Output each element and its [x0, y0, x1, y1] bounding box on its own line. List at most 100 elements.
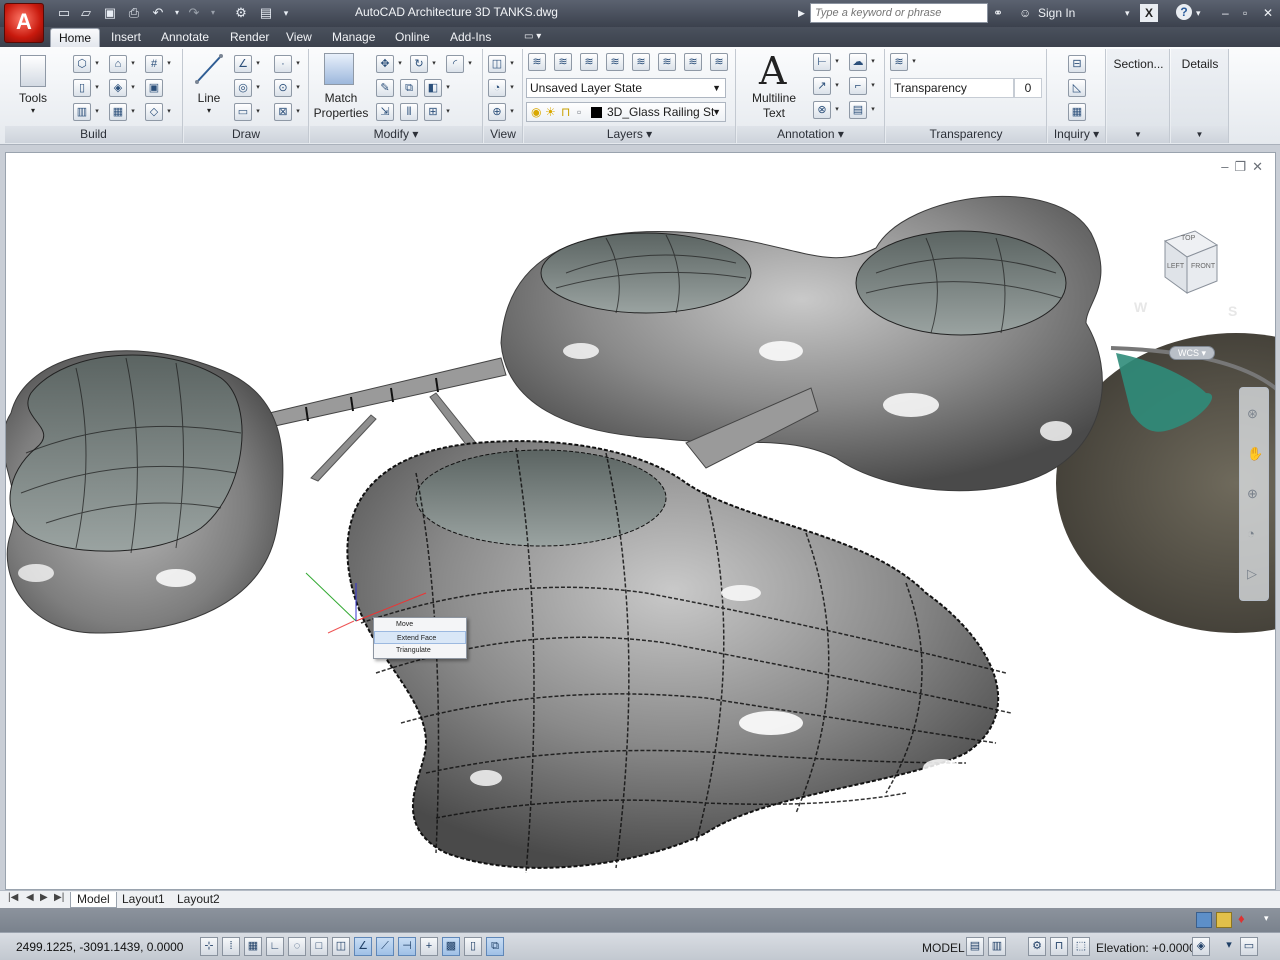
array-dropdown-icon[interactable]: ▾ [444, 103, 452, 121]
details-label[interactable]: Details [1171, 57, 1229, 72]
layout-tab-layout2[interactable]: Layout2 [171, 892, 226, 908]
inquiry-panel-title[interactable]: Inquiry ▾ [1048, 126, 1105, 143]
details-dropdown-icon[interactable]: ▼ [1171, 126, 1228, 143]
roof-icon[interactable]: ⌂ [109, 55, 127, 73]
measure-area-icon[interactable]: ◺ [1068, 79, 1086, 97]
compass-west[interactable]: W [1134, 299, 1147, 315]
view-cube[interactable]: TOP LEFT FRONT [1151, 227, 1223, 299]
angular-dimension-icon[interactable]: ⌐ [849, 77, 867, 95]
tab-manage[interactable]: Manage [324, 28, 383, 47]
tab-add-ins[interactable]: Add-Ins [442, 28, 499, 47]
wall-dropdown-icon[interactable]: ▾ [93, 55, 101, 73]
transparency-panel-title[interactable]: Transparency [886, 126, 1046, 143]
table-icon[interactable]: ▤ [849, 101, 867, 119]
polar-tracking-icon[interactable]: ◌ [288, 937, 306, 956]
grid-display-icon[interactable]: ▦ [244, 937, 262, 956]
leader-icon[interactable]: ↗ [813, 77, 831, 95]
model-space-label[interactable]: MODEL [922, 941, 965, 955]
cloud-dropdown-icon[interactable]: ▾ [869, 53, 877, 71]
mirror-dropdown-icon[interactable]: ▾ [444, 79, 452, 97]
elevation-settings-icon[interactable]: ◈ [1192, 937, 1210, 956]
zoom-dropdown-icon[interactable]: ▾ [508, 103, 516, 121]
maximize-icon[interactable]: ▫ [1243, 4, 1247, 22]
quick-view-drawings-icon[interactable]: ▥ [988, 937, 1006, 956]
tools-dropdown-icon[interactable]: ▾ [10, 103, 56, 118]
modify-panel-title[interactable]: Modify ▾ [310, 126, 482, 143]
coordinates-readout[interactable]: 2499.1225, -3091.1439, 0.0000 [16, 940, 183, 954]
save-icon[interactable]: ▣ [101, 4, 119, 22]
ribbon-minimize-icon[interactable]: ▭ ▾ [516, 28, 549, 47]
orbit-dropdown-icon[interactable]: ▾ [508, 79, 516, 97]
angular-dropdown-icon[interactable]: ▾ [869, 77, 877, 95]
workspace-icon[interactable]: ⚙ [232, 4, 250, 22]
window-dropdown-icon[interactable]: ▾ [93, 103, 101, 121]
stair-dropdown-icon[interactable]: ▾ [129, 79, 137, 97]
door-dropdown-icon[interactable]: ▾ [93, 79, 101, 97]
circle-icon[interactable]: ◎ [234, 79, 252, 97]
tray-settings-icon[interactable]: ▾ [1264, 913, 1269, 924]
fillet-dropdown-icon[interactable]: ▾ [466, 55, 474, 73]
slab-dropdown-icon[interactable]: ▾ [165, 103, 173, 121]
properties-icon[interactable]: ▤ [257, 4, 275, 22]
layer-unisolate-icon[interactable]: ≋ [580, 53, 598, 71]
layout-tab-model[interactable]: Model [70, 892, 117, 908]
section-label[interactable]: Section... [1107, 57, 1170, 72]
object-snap-icon[interactable]: □ [310, 937, 328, 956]
search-expand-icon[interactable]: ▶ [798, 4, 805, 22]
window-icon[interactable]: ▥ [73, 103, 91, 121]
quick-properties-icon[interactable]: ▯ [464, 937, 482, 956]
minimize-icon[interactable]: – [1222, 4, 1229, 22]
drawing-viewport[interactable]: –❐✕ TOP LEFT FRONT W S WCS ▾ ⊛ ✋ ⊕ ◔ ▷ M… [5, 152, 1276, 890]
match-properties-label[interactable]: Match Properties [312, 91, 370, 121]
ellipse-dropdown-icon[interactable]: ▾ [294, 79, 302, 97]
multiline-text-icon[interactable]: A [759, 49, 786, 93]
rectangle-dropdown-icon[interactable]: ▾ [254, 103, 262, 121]
draw-panel-title[interactable]: Draw [184, 126, 308, 143]
grid-dropdown-icon[interactable]: ▾ [165, 55, 173, 73]
curtain-wall-icon[interactable]: ▦ [109, 103, 127, 121]
section-dropdown-icon[interactable]: ▼ [1107, 126, 1169, 143]
sign-in-dropdown-icon[interactable]: ▾ [1125, 4, 1130, 22]
polyline-icon[interactable]: ∠ [234, 55, 252, 73]
multiline-text-label[interactable]: Multiline Text [741, 91, 807, 121]
point-icon[interactable]: · [274, 55, 292, 73]
layer-select[interactable]: ◉ ☀ ⊓ ▫ 3D_Glass Railing St ▼ [526, 102, 726, 122]
help-dropdown-icon[interactable]: ▾ [1196, 4, 1201, 22]
layers-panel-title[interactable]: Layers ▾ [524, 126, 735, 143]
snap-mode-icon[interactable]: ⁞ [222, 937, 240, 956]
view-cube-dropdown-icon[interactable]: ▾ [508, 55, 516, 73]
offset-icon[interactable]: ⫴ [400, 103, 418, 121]
steering-wheel-icon[interactable]: ⊛ [1247, 406, 1258, 422]
rotate-dropdown-icon[interactable]: ▾ [430, 55, 438, 73]
print-icon[interactable]: ⎙ [125, 4, 143, 22]
navigation-bar[interactable]: ⊛ ✋ ⊕ ◔ ▷ [1239, 387, 1269, 601]
tab-home[interactable]: Home [50, 28, 101, 47]
context-menu-move[interactable]: Move [374, 618, 466, 631]
context-menu-triangulate[interactable]: Triangulate [374, 644, 466, 657]
tag-dropdown-icon[interactable]: ▾ [833, 101, 841, 119]
layer-state-select[interactable]: Unsaved Layer State ▼ [526, 78, 726, 98]
layer-isolate-icon[interactable]: ≋ [554, 53, 572, 71]
wcs-menu[interactable]: WCS ▾ [1169, 346, 1215, 360]
status-menu-icon[interactable]: ▾ [1220, 937, 1238, 956]
layer-off-icon[interactable]: ≋ [606, 53, 624, 71]
tab-online[interactable]: Online [387, 28, 438, 47]
rotate-icon[interactable]: ↻ [410, 55, 428, 73]
annotation-visibility-icon[interactable] [1216, 912, 1232, 928]
cloud-icon[interactable]: ☁ [849, 53, 867, 71]
polyline-dropdown-icon[interactable]: ▾ [254, 55, 262, 73]
context-menu-extend-face[interactable]: Extend Face [374, 631, 466, 644]
roof-dropdown-icon[interactable]: ▾ [129, 55, 137, 73]
layer-lock-icon[interactable]: ≋ [658, 53, 676, 71]
isolate-objects-icon[interactable]: ⬚ [1072, 937, 1090, 956]
clean-screen-icon[interactable]: ▭ [1240, 937, 1258, 956]
calculator-icon[interactable]: ▦ [1068, 103, 1086, 121]
tag-icon[interactable]: ⊗ [813, 101, 831, 119]
redo-dropdown-icon[interactable]: ▾ [204, 4, 222, 22]
view-panel-title[interactable]: View [484, 126, 522, 143]
workspace-switching-icon[interactable]: ⚙ [1028, 937, 1046, 956]
layer-freeze-icon[interactable]: ≋ [632, 53, 650, 71]
stretch-icon[interactable]: ⇲ [376, 103, 394, 121]
next-layout-icon[interactable]: ▶ [40, 892, 48, 903]
orbit-icon[interactable]: ◔ [488, 79, 506, 97]
